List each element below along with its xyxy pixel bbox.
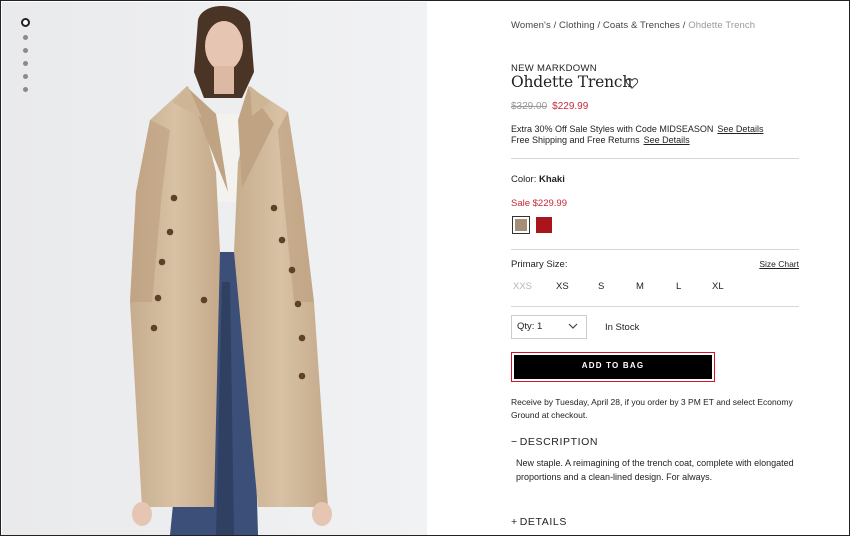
stock-status: In Stock [605, 322, 640, 333]
sale-price: $229.99 [552, 101, 589, 112]
original-price: $329.00 [511, 101, 548, 112]
page-frame: Women's / Clothing / Coats & Trenches / … [0, 0, 850, 536]
size-option-l[interactable]: L [676, 281, 681, 292]
price-row: $329.00 $229.99 [511, 101, 588, 112]
image-carousel-dots [20, 18, 30, 100]
carousel-dot[interactable] [22, 87, 28, 92]
add-to-bag-focus-ring: ADD TO BAG [511, 352, 715, 382]
swatch-khaki[interactable] [512, 216, 530, 234]
divider [511, 306, 799, 307]
carousel-dot[interactable] [22, 61, 28, 66]
size-option-xs[interactable]: XS [556, 281, 569, 292]
shipping-text: Free Shipping and Free Returns [511, 134, 640, 145]
heart-icon[interactable] [625, 76, 639, 90]
divider [511, 158, 799, 159]
product-image[interactable] [2, 2, 427, 535]
carousel-dot[interactable] [22, 74, 28, 79]
breadcrumb-separator: / [550, 20, 560, 31]
see-details-link[interactable]: See Details [717, 124, 763, 134]
breadcrumb-link-coats[interactable]: Coats & Trenches [603, 20, 680, 31]
description-toggle[interactable]: − DESCRIPTION [511, 436, 598, 448]
details-toggle[interactable]: + DETAILS [511, 516, 567, 528]
model-illustration [2, 2, 427, 535]
minus-icon: − [511, 436, 518, 448]
quantity-select[interactable]: Qty: 1 [511, 315, 587, 339]
color-label: Color: [511, 174, 537, 185]
breadcrumb-link-womens[interactable]: Women's [511, 20, 551, 31]
swatch-red[interactable] [536, 217, 552, 233]
promo-text: Extra 30% Off Sale Styles with Code MIDS… [511, 124, 714, 134]
carousel-dot[interactable] [22, 48, 28, 53]
selected-color: Khaki [538, 174, 565, 185]
breadcrumb-current: Ohdette Trench [688, 20, 756, 31]
color-label-row: Color: Khaki [511, 174, 565, 185]
color-sale-price: Sale $229.99 [511, 198, 567, 209]
size-option-m[interactable]: M [636, 281, 644, 292]
breadcrumb-link-clothing[interactable]: Clothing [559, 20, 595, 31]
breadcrumb-separator: / [594, 20, 603, 31]
chevron-down-icon [568, 323, 578, 329]
size-option-xxs[interactable]: XXS [513, 281, 532, 292]
description-heading: DESCRIPTION [519, 436, 599, 448]
size-option-s[interactable]: S [598, 281, 604, 292]
divider [511, 249, 799, 250]
see-details-link[interactable]: See Details [644, 135, 690, 145]
quantity-value: Qty: 1 [517, 321, 543, 332]
carousel-dot[interactable] [22, 35, 28, 40]
delivery-estimate: Receive by Tuesday, April 28, if you ord… [511, 397, 793, 420]
add-to-bag-button[interactable]: ADD TO BAG [514, 355, 712, 379]
size-label: Primary Size: [511, 259, 568, 270]
promo-block: Extra 30% Off Sale Styles with Code MIDS… [511, 124, 763, 145]
carousel-dot-active[interactable] [20, 18, 30, 27]
plus-icon: + [511, 516, 518, 528]
size-chart-link[interactable]: Size Chart [759, 259, 799, 269]
details-heading: DETAILS [519, 516, 567, 528]
product-title: Ohdette Trench [511, 73, 633, 91]
breadcrumb: Women's / Clothing / Coats & Trenches / … [511, 20, 755, 31]
description-text: New staple. A reimagining of the trench … [516, 458, 794, 482]
size-option-xl[interactable]: XL [712, 281, 724, 292]
